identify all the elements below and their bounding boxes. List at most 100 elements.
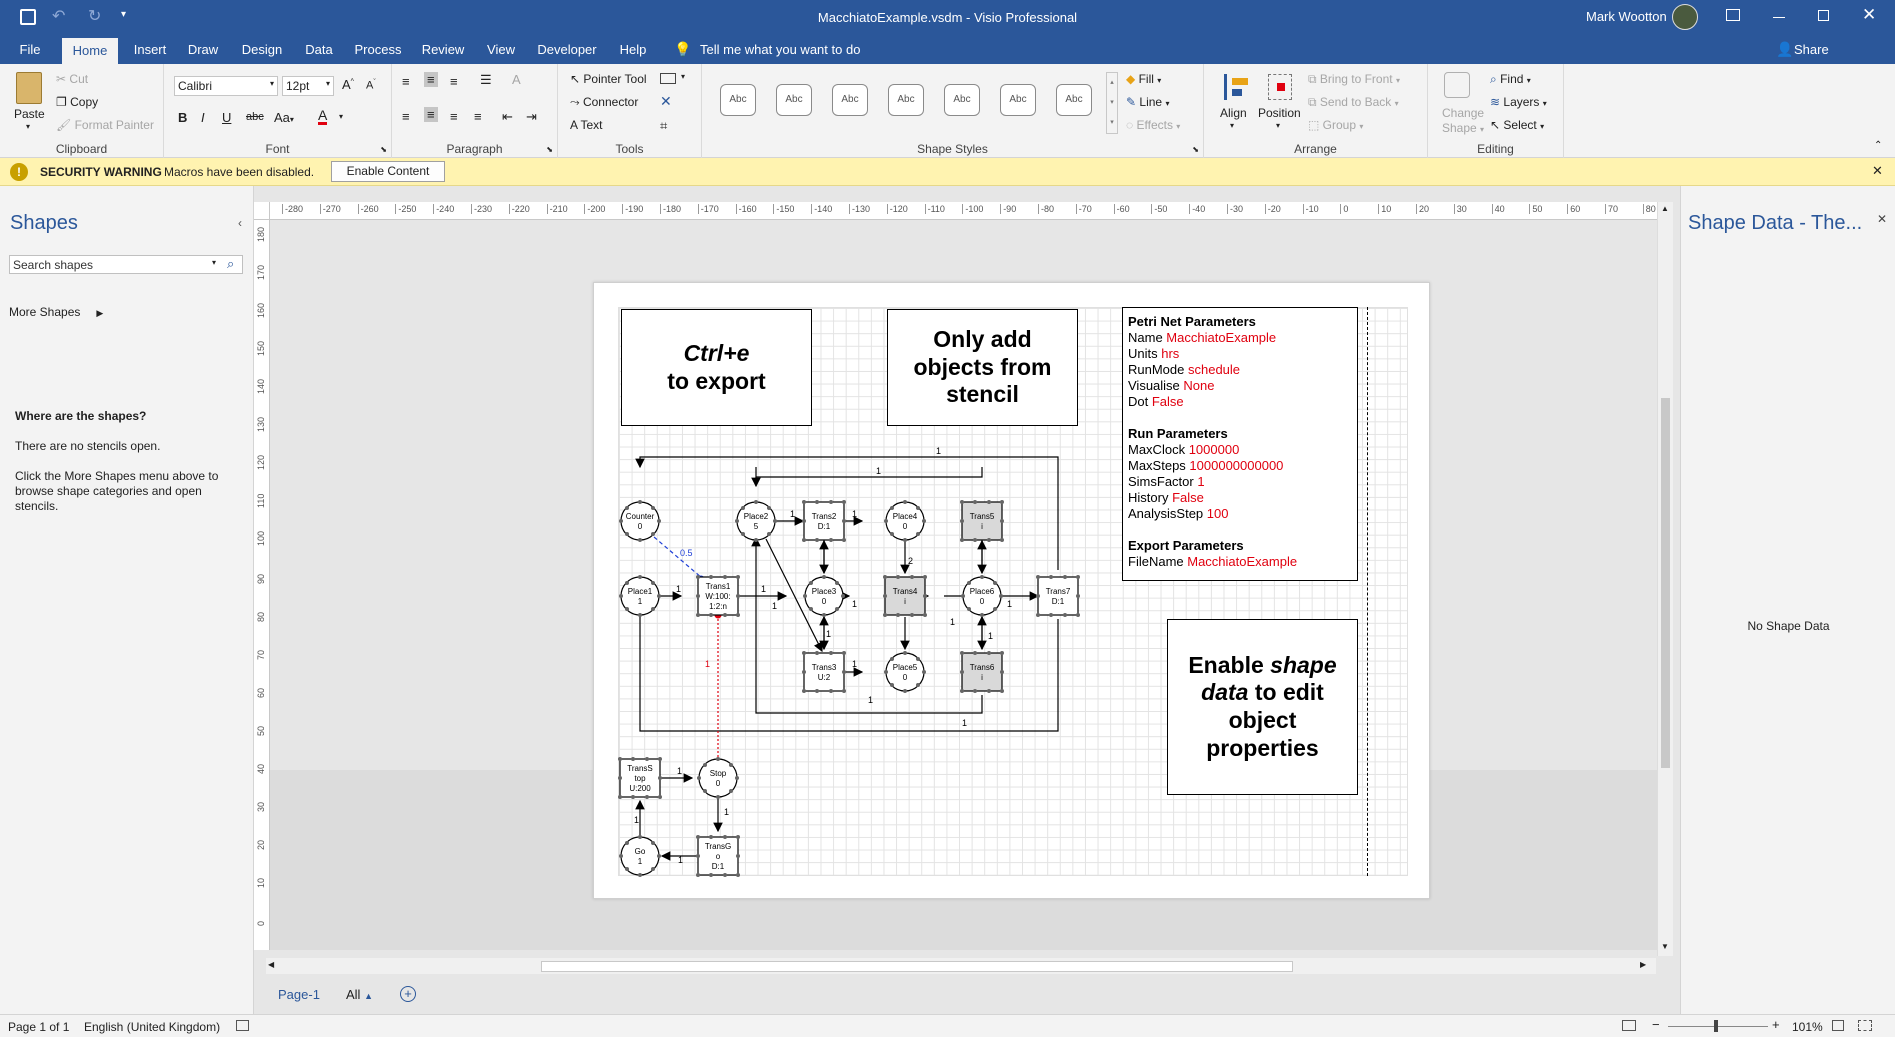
tab-view[interactable]: View bbox=[483, 36, 519, 64]
justify-icon[interactable]: ≡ bbox=[474, 109, 482, 124]
connection-handle[interactable] bbox=[841, 594, 845, 598]
page-count[interactable]: Page 1 of 1 bbox=[8, 1020, 69, 1034]
connection-handle[interactable] bbox=[709, 873, 713, 877]
tab-insert[interactable]: Insert bbox=[128, 36, 172, 64]
place-counter[interactable]: Counter0 bbox=[619, 500, 661, 542]
connection-handle[interactable] bbox=[638, 873, 642, 877]
align-bottom-icon[interactable]: ≡ bbox=[450, 74, 458, 89]
place-place5[interactable]: Place50 bbox=[884, 651, 926, 693]
connection-handle[interactable] bbox=[883, 594, 887, 598]
connection-handle[interactable] bbox=[890, 506, 894, 510]
line-button[interactable]: ✎ Line ▾ bbox=[1126, 95, 1169, 109]
connection-handle[interactable] bbox=[884, 519, 888, 523]
connection-handle[interactable] bbox=[842, 651, 846, 655]
connection-handle[interactable] bbox=[696, 835, 700, 839]
connection-handle[interactable] bbox=[723, 873, 727, 877]
connection-handle[interactable] bbox=[802, 500, 806, 504]
connection-handle[interactable] bbox=[890, 657, 894, 661]
connection-handle[interactable] bbox=[618, 757, 622, 761]
pointer-tool-button[interactable]: ↖ Pointer Tool bbox=[570, 72, 647, 86]
connection-handle[interactable] bbox=[741, 532, 745, 536]
connection-handle[interactable] bbox=[961, 594, 965, 598]
align-button[interactable]: Align bbox=[1220, 106, 1247, 120]
align-center-icon[interactable]: ≡ bbox=[424, 107, 438, 122]
maximize-icon[interactable] bbox=[1818, 10, 1829, 21]
connection-handle[interactable] bbox=[625, 841, 629, 845]
connection-handle[interactable] bbox=[973, 689, 977, 693]
connection-handle[interactable] bbox=[923, 594, 927, 598]
connection-handle[interactable] bbox=[767, 506, 771, 510]
connection-handle[interactable] bbox=[736, 594, 740, 598]
connection-handle[interactable] bbox=[754, 500, 758, 504]
align-left-icon[interactable]: ≡ bbox=[402, 109, 410, 124]
connection-handle[interactable] bbox=[709, 575, 713, 579]
switch-windows-icon[interactable] bbox=[1858, 1020, 1872, 1031]
place-place6[interactable]: Place60 bbox=[961, 575, 1003, 617]
transition-trans6[interactable]: Trans6i bbox=[960, 651, 1004, 693]
style-swatch[interactable]: Abc bbox=[888, 84, 924, 116]
select-button[interactable]: ↖ Select ▾ bbox=[1490, 118, 1544, 132]
add-page-icon[interactable]: + bbox=[400, 986, 416, 1002]
collapse-ribbon-icon[interactable]: ⌃ bbox=[1874, 140, 1882, 151]
transition-trans7[interactable]: Trans7D:1 bbox=[1036, 575, 1080, 617]
transition-trans5[interactable]: Trans5i bbox=[960, 500, 1004, 542]
connection-handle[interactable] bbox=[910, 613, 914, 617]
align-middle-icon[interactable]: ≡ bbox=[424, 72, 438, 87]
connection-handle[interactable] bbox=[651, 532, 655, 536]
bold-icon[interactable]: B bbox=[178, 110, 187, 125]
presentation-mode-icon[interactable] bbox=[1622, 1020, 1636, 1031]
connection-handle[interactable] bbox=[960, 519, 964, 523]
user-name[interactable]: Mark Wootton bbox=[1586, 9, 1667, 24]
connection-handle[interactable] bbox=[890, 532, 894, 536]
connection-handle[interactable] bbox=[960, 670, 964, 674]
connection-handle[interactable] bbox=[696, 594, 700, 598]
connection-handle[interactable] bbox=[729, 789, 733, 793]
connection-handle[interactable] bbox=[619, 519, 623, 523]
connection-handle[interactable] bbox=[973, 500, 977, 504]
connection-handle[interactable] bbox=[736, 613, 740, 617]
connection-handle[interactable] bbox=[960, 689, 964, 693]
increase-indent-icon[interactable]: ⇥ bbox=[526, 109, 537, 125]
connection-handle[interactable] bbox=[645, 757, 649, 761]
connection-handle[interactable] bbox=[723, 575, 727, 579]
connection-handle[interactable] bbox=[767, 532, 771, 536]
zoom-level[interactable]: 101% bbox=[1792, 1020, 1823, 1034]
connection-handle[interactable] bbox=[645, 795, 649, 799]
connection-handle[interactable] bbox=[999, 594, 1003, 598]
connection-handle[interactable] bbox=[896, 613, 900, 617]
chevron-down-icon[interactable]: ▾ bbox=[212, 258, 216, 267]
connection-handle[interactable] bbox=[618, 776, 622, 780]
connection-handle[interactable] bbox=[638, 500, 642, 504]
connection-handle[interactable] bbox=[967, 581, 971, 585]
font-color-icon[interactable]: A bbox=[318, 108, 328, 125]
place-place3[interactable]: Place30 bbox=[803, 575, 845, 617]
connection-handle[interactable] bbox=[916, 683, 920, 687]
connection-handle[interactable] bbox=[736, 873, 740, 877]
gallery-scroll[interactable]: ▴ ▾ ▾ bbox=[1106, 72, 1118, 134]
connection-handle[interactable] bbox=[631, 795, 635, 799]
align-top-icon[interactable]: ≡ bbox=[402, 74, 410, 89]
connection-handle[interactable] bbox=[625, 506, 629, 510]
connection-handle[interactable] bbox=[815, 651, 819, 655]
connection-handle[interactable] bbox=[657, 594, 661, 598]
position-button[interactable]: Position bbox=[1258, 106, 1301, 120]
change-shape-button[interactable]: Change Shape ▾ bbox=[1442, 106, 1484, 137]
scroll-up-icon[interactable]: ▲ bbox=[1661, 204, 1669, 213]
connection-handle[interactable] bbox=[638, 538, 642, 542]
font-size-select[interactable]: 12pt ▾ bbox=[282, 76, 334, 96]
rectangle-tool-icon[interactable] bbox=[660, 73, 676, 84]
connection-handle[interactable] bbox=[716, 795, 720, 799]
connection-handle[interactable] bbox=[703, 789, 707, 793]
connection-handle[interactable] bbox=[1076, 575, 1080, 579]
connection-handle[interactable] bbox=[658, 776, 662, 780]
connection-handle[interactable] bbox=[916, 657, 920, 661]
connection-handle[interactable] bbox=[987, 689, 991, 693]
style-swatch[interactable]: Abc bbox=[1000, 84, 1036, 116]
share-button[interactable]: Share bbox=[1794, 42, 1829, 57]
connection-handle[interactable] bbox=[773, 519, 777, 523]
tab-data[interactable]: Data bbox=[302, 36, 336, 64]
connection-handle[interactable] bbox=[829, 500, 833, 504]
search-input[interactable]: Search shapes bbox=[13, 258, 93, 272]
connection-handle[interactable] bbox=[736, 835, 740, 839]
connection-handle[interactable] bbox=[903, 651, 907, 655]
